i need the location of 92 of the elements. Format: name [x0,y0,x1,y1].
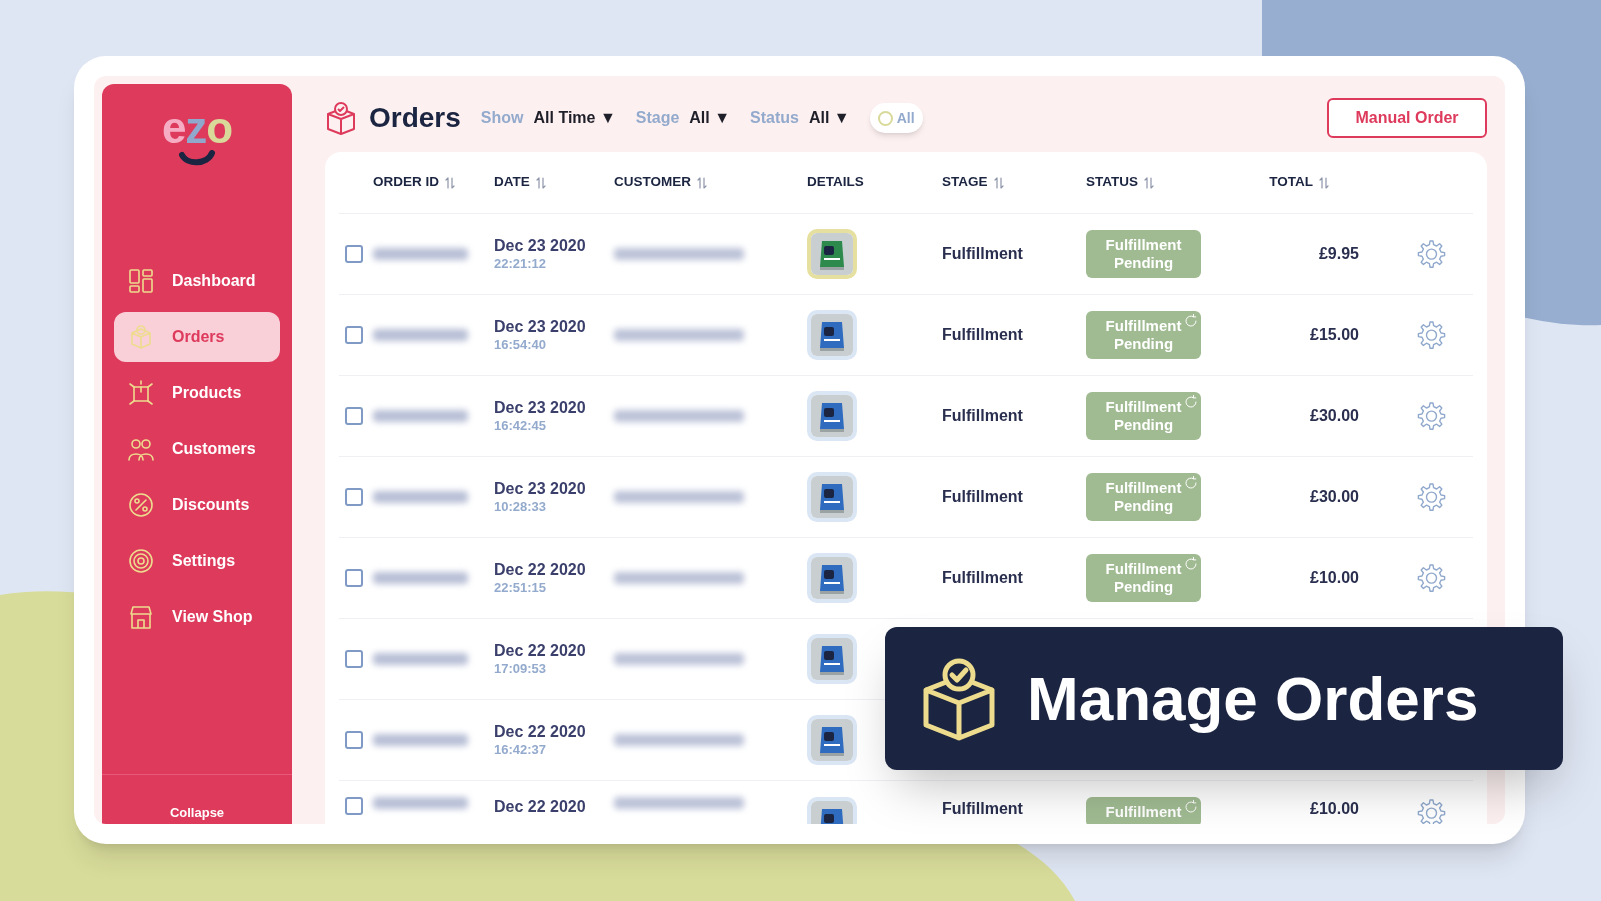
order-time: 17:09:53 [494,660,548,678]
product-thumbnail[interactable] [807,634,857,684]
row-checkbox[interactable] [345,797,363,815]
column-header[interactable]: STATUS [1086,172,1138,193]
stage-text: Fulfillment [942,406,1024,426]
refresh-icon [1184,800,1198,814]
manual-order-button[interactable]: Manual Order [1327,98,1487,138]
order-total: £9.95 [1317,244,1359,264]
order-date: Dec 23 2020 [494,316,587,337]
stage-text: Fulfillment [942,325,1024,345]
smile-icon [177,150,217,166]
order-total: £10.00 [1309,568,1359,588]
nav-item[interactable]: Customers [114,424,280,474]
status-badge: Fulfillment [1086,797,1201,824]
order-date: Dec 22 2020 [494,640,587,661]
page-title: Orders [369,101,461,135]
order-date: Dec 23 2020 [494,397,587,418]
order-date: Dec 22 2020 [494,721,587,742]
product-thumbnail[interactable] [807,715,857,765]
status-badge: Fulfillment Pending [1086,230,1201,278]
order-date: Dec 22 2020 [494,797,587,817]
settings-icon [128,548,154,574]
refresh-icon [1184,557,1198,571]
order-time: 16:54:40 [494,336,548,354]
filter-dropdown[interactable]: All ▼ [808,106,850,130]
stage-text: Fulfillment [942,487,1024,507]
order-time: 16:42:37 [494,741,548,759]
product-thumbnail[interactable] [807,472,857,522]
column-header[interactable]: ORDER ID [373,172,439,193]
row-checkbox[interactable] [345,569,363,587]
product-thumbnail[interactable] [807,391,857,441]
refresh-icon [1184,395,1198,409]
order-time: 16:42:45 [494,417,548,435]
sort-icon[interactable] [445,176,455,189]
row-checkbox[interactable] [345,731,363,749]
filter-dropdown[interactable]: All Time ▼ [533,106,616,130]
dashboard-icon [128,268,154,294]
product-thumbnail[interactable] [807,553,857,603]
status-badge: Fulfillment Pending [1086,554,1201,602]
nav-item[interactable]: Settings [114,536,280,586]
row-checkbox[interactable] [345,488,363,506]
column-header[interactable]: STAGE [942,172,988,193]
row-checkbox[interactable] [345,326,363,344]
status-badge: Fulfillment Pending [1086,473,1201,521]
column-header[interactable]: CUSTOMER [614,172,691,193]
order-total: £10.00 [1309,799,1359,819]
filter-label: Status [750,108,799,128]
product-thumbnail[interactable] [807,310,857,360]
sort-icon[interactable] [1144,176,1154,189]
order-date: Dec 23 2020 [494,478,587,499]
product-icon [128,380,154,406]
sort-icon[interactable] [993,176,1004,189]
box-icon [128,324,154,350]
row-checkbox[interactable] [345,650,363,668]
row-checkbox[interactable] [345,407,363,425]
order-total: £15.00 [1309,325,1359,345]
people-icon [128,436,154,462]
filter-dropdown[interactable]: All ▼ [689,106,731,130]
product-thumbnail[interactable] [807,229,857,279]
shop-icon [128,604,154,630]
order-time: 22:51:15 [494,579,548,597]
filter-label: Show [480,108,524,128]
nav-item[interactable]: Dashboard [114,256,280,306]
nav-item[interactable]: Products [114,368,280,418]
filter-label: Stage [635,108,680,128]
order-date: Dec 22 2020 [494,559,587,580]
sort-icon[interactable] [1319,176,1329,189]
order-total: £30.00 [1309,487,1359,507]
percent-icon [128,492,154,518]
row-checkbox[interactable] [345,245,363,263]
nav-item[interactable]: View Shop [114,592,280,642]
stage-text: Fulfillment [942,568,1024,588]
order-time: 10:28:33 [494,498,548,516]
order-time: 22:21:12 [494,255,548,273]
column-header[interactable]: DATE [494,172,530,193]
sort-icon[interactable] [535,176,546,189]
stage-text: Fulfillment [942,799,1024,819]
status-badge: Fulfillment Pending [1086,311,1201,359]
column-header[interactable]: DETAILS [807,172,864,193]
status-badge: Fulfillment Pending [1086,392,1201,440]
logo-text: ezo [161,106,233,150]
refresh-icon [1184,476,1198,490]
collapse-button[interactable]: Collapse [169,802,225,822]
column-header[interactable]: TOTAL [1269,172,1313,193]
box-icon [325,101,357,135]
refresh-icon [1184,314,1198,328]
sort-icon[interactable] [697,176,707,189]
order-total: £30.00 [1309,406,1359,426]
order-date: Dec 23 2020 [494,235,587,256]
stage-text: Fulfillment [942,244,1024,264]
nav-item[interactable]: Discounts [114,480,280,530]
box-icon [921,656,997,741]
